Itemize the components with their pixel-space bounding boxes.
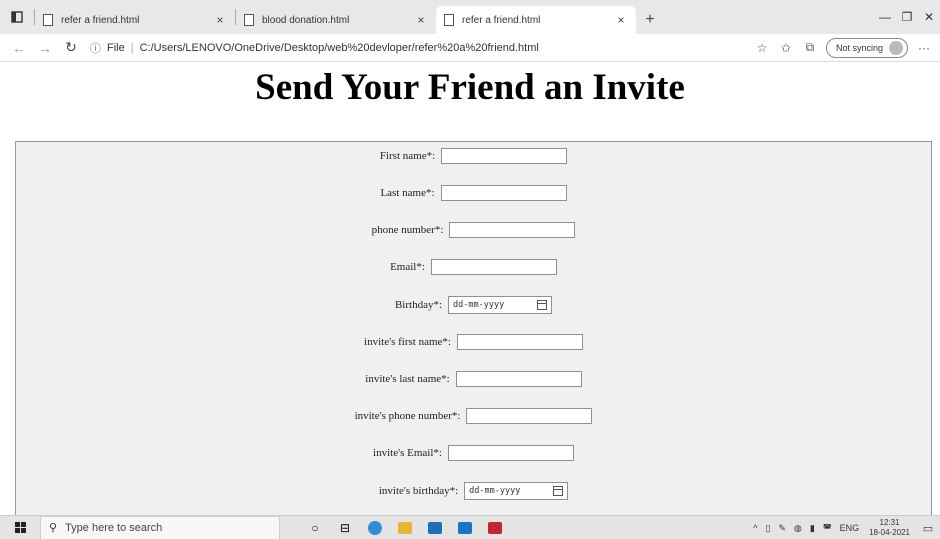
tab-blood-donation[interactable]: blood donation.html × (236, 6, 436, 34)
tab-label: refer a friend.html (61, 14, 140, 26)
close-tab-icon[interactable]: × (614, 13, 628, 27)
cortana-icon[interactable]: ○ (300, 516, 330, 539)
page-title: Send Your Friend an Invite (255, 67, 685, 108)
pen-icon[interactable]: ✎ (778, 523, 786, 534)
calendar-icon[interactable] (537, 300, 548, 310)
field-label: invite's last name*: (365, 373, 450, 385)
close-window-icon[interactable]: ✕ (912, 0, 940, 34)
tab-strip: refer a friend.html × blood donation.htm… (0, 0, 940, 34)
clock-date: 18-04-2021 (869, 528, 910, 537)
new-tab-button[interactable]: + (636, 6, 664, 34)
windows-logo-icon (14, 522, 26, 533)
search-icon: ⚲ (49, 522, 58, 534)
address-divider: | (130, 41, 134, 54)
forward-arrow-icon[interactable]: → (32, 40, 58, 56)
chevron-up-icon[interactable]: ^ (753, 523, 757, 533)
notification-icon[interactable]: ▭ (916, 522, 940, 535)
language-indicator[interactable]: ENG (840, 523, 860, 533)
close-tab-icon[interactable]: × (414, 13, 428, 27)
form-row-first-name: First name*: (16, 148, 931, 164)
profile-sync-button[interactable]: Not syncing (825, 37, 908, 58)
clock[interactable]: 12:31 18-04-2021 (869, 518, 910, 538)
back-arrow-icon[interactable]: ← (6, 40, 32, 56)
reload-icon[interactable]: ↻ (58, 39, 84, 56)
add-to-favorites-icon[interactable]: ☆ (750, 41, 774, 55)
info-icon: ⓘ (90, 42, 101, 55)
wifi-icon[interactable]: ◚ (823, 523, 832, 534)
document-icon (444, 14, 454, 26)
form-row-last-name: Last name*: (16, 185, 931, 201)
date-placeholder: dd-mm-yyyy (469, 486, 521, 496)
tab-actions-icon (11, 11, 23, 23)
phone-number-field[interactable] (449, 222, 576, 238)
field-label: invite's birthday*: (378, 485, 459, 497)
field-label: Last name*: (380, 187, 435, 199)
calendar-icon[interactable] (553, 486, 564, 496)
store-icon[interactable] (450, 516, 480, 539)
taskbar-search-box[interactable]: ⚲ Type here to search (40, 515, 280, 539)
form-row-invite-last-name: invite's last name*: (16, 371, 931, 387)
clock-time: 12:31 (879, 518, 900, 527)
scheme-label: File (107, 41, 125, 54)
browser-toolbar: ← → ↻ ⓘ File | C:/Users/LENOVO/OneDrive/… (0, 34, 940, 62)
collections-icon[interactable]: ⧉ (798, 40, 822, 55)
system-tray: ^ ▯ ✎ ◍ ▮ ◚ ENG 12:31 18-04-2021 ▭ (749, 516, 940, 539)
field-label: phone number*: (371, 224, 444, 236)
file-explorer-icon[interactable] (390, 516, 420, 539)
form-row-invite-email: invite's Email*: (16, 445, 931, 461)
search-placeholder: Type here to search (65, 521, 163, 534)
invite-form: First name*: Last name*: phone number*: … (15, 141, 932, 515)
form-row-invite-first-name: invite's first name*: (16, 334, 931, 350)
taskbar-apps: ○ ⊟ (300, 516, 510, 539)
tab-refer-a-friend-active[interactable]: refer a friend.html × (436, 6, 636, 34)
invite-birthday-date-field[interactable]: dd-mm-yyyy (464, 482, 569, 500)
edge-browser-icon[interactable] (360, 516, 390, 539)
field-label: invite's phone number*: (354, 410, 461, 422)
tab-actions-menu[interactable] (0, 0, 34, 34)
volume-icon[interactable]: ▮ (810, 523, 815, 534)
field-label: Email*: (390, 261, 425, 273)
date-placeholder: dd-mm-yyyy (453, 300, 505, 310)
field-label: First name*: (379, 150, 436, 162)
sync-label: Not syncing (835, 42, 883, 53)
form-row-phone: phone number*: (16, 222, 931, 238)
mail-icon[interactable] (420, 516, 450, 539)
form-row-invite-birthday: invite's birthday*: dd-mm-yyyy (16, 482, 931, 500)
form-row-email: Email*: (16, 259, 931, 275)
form-row-invite-phone: invite's phone number*: (16, 408, 931, 424)
form-row-birthday: Birthday*: dd-mm-yyyy (16, 296, 931, 314)
network-icon[interactable]: ◍ (794, 523, 802, 534)
invite-last-name-field[interactable] (455, 371, 582, 387)
tab-label: blood donation.html (262, 14, 350, 26)
windows-taskbar: ⚲ Type here to search ○ ⊟ ^ ▯ ✎ ◍ ▮ ◚ EN… (0, 515, 940, 539)
invite-phone-number-field[interactable] (466, 408, 593, 424)
email-field[interactable] (430, 259, 557, 275)
battery-icon[interactable]: ▯ (766, 523, 771, 534)
invite-email-field[interactable] (447, 445, 574, 461)
invite-first-name-field[interactable] (456, 334, 583, 350)
field-label: invite's Email*: (373, 447, 442, 459)
task-view-icon[interactable]: ⊟ (330, 516, 360, 539)
tab-refer-a-friend-1[interactable]: refer a friend.html × (35, 6, 235, 34)
last-name-field[interactable] (440, 185, 567, 201)
url-text: C:/Users/LENOVO/OneDrive/Desktop/web%20d… (139, 41, 539, 54)
mcafee-icon[interactable] (480, 516, 510, 539)
document-icon (244, 14, 254, 26)
address-bar[interactable]: ⓘ File | C:/Users/LENOVO/OneDrive/Deskto… (90, 37, 750, 59)
tab-label: refer a friend.html (462, 14, 541, 26)
favorites-icon[interactable]: ✩ (774, 41, 798, 55)
start-button[interactable] (0, 516, 40, 539)
field-label: invite's first name*: (364, 336, 451, 348)
more-menu-icon[interactable]: ··· (912, 41, 936, 55)
document-icon (43, 14, 53, 26)
close-tab-icon[interactable]: × (213, 13, 227, 27)
birthday-date-field[interactable]: dd-mm-yyyy (448, 296, 553, 314)
field-label: Birthday*: (394, 299, 443, 311)
first-name-field[interactable] (441, 148, 568, 164)
avatar (889, 40, 903, 55)
